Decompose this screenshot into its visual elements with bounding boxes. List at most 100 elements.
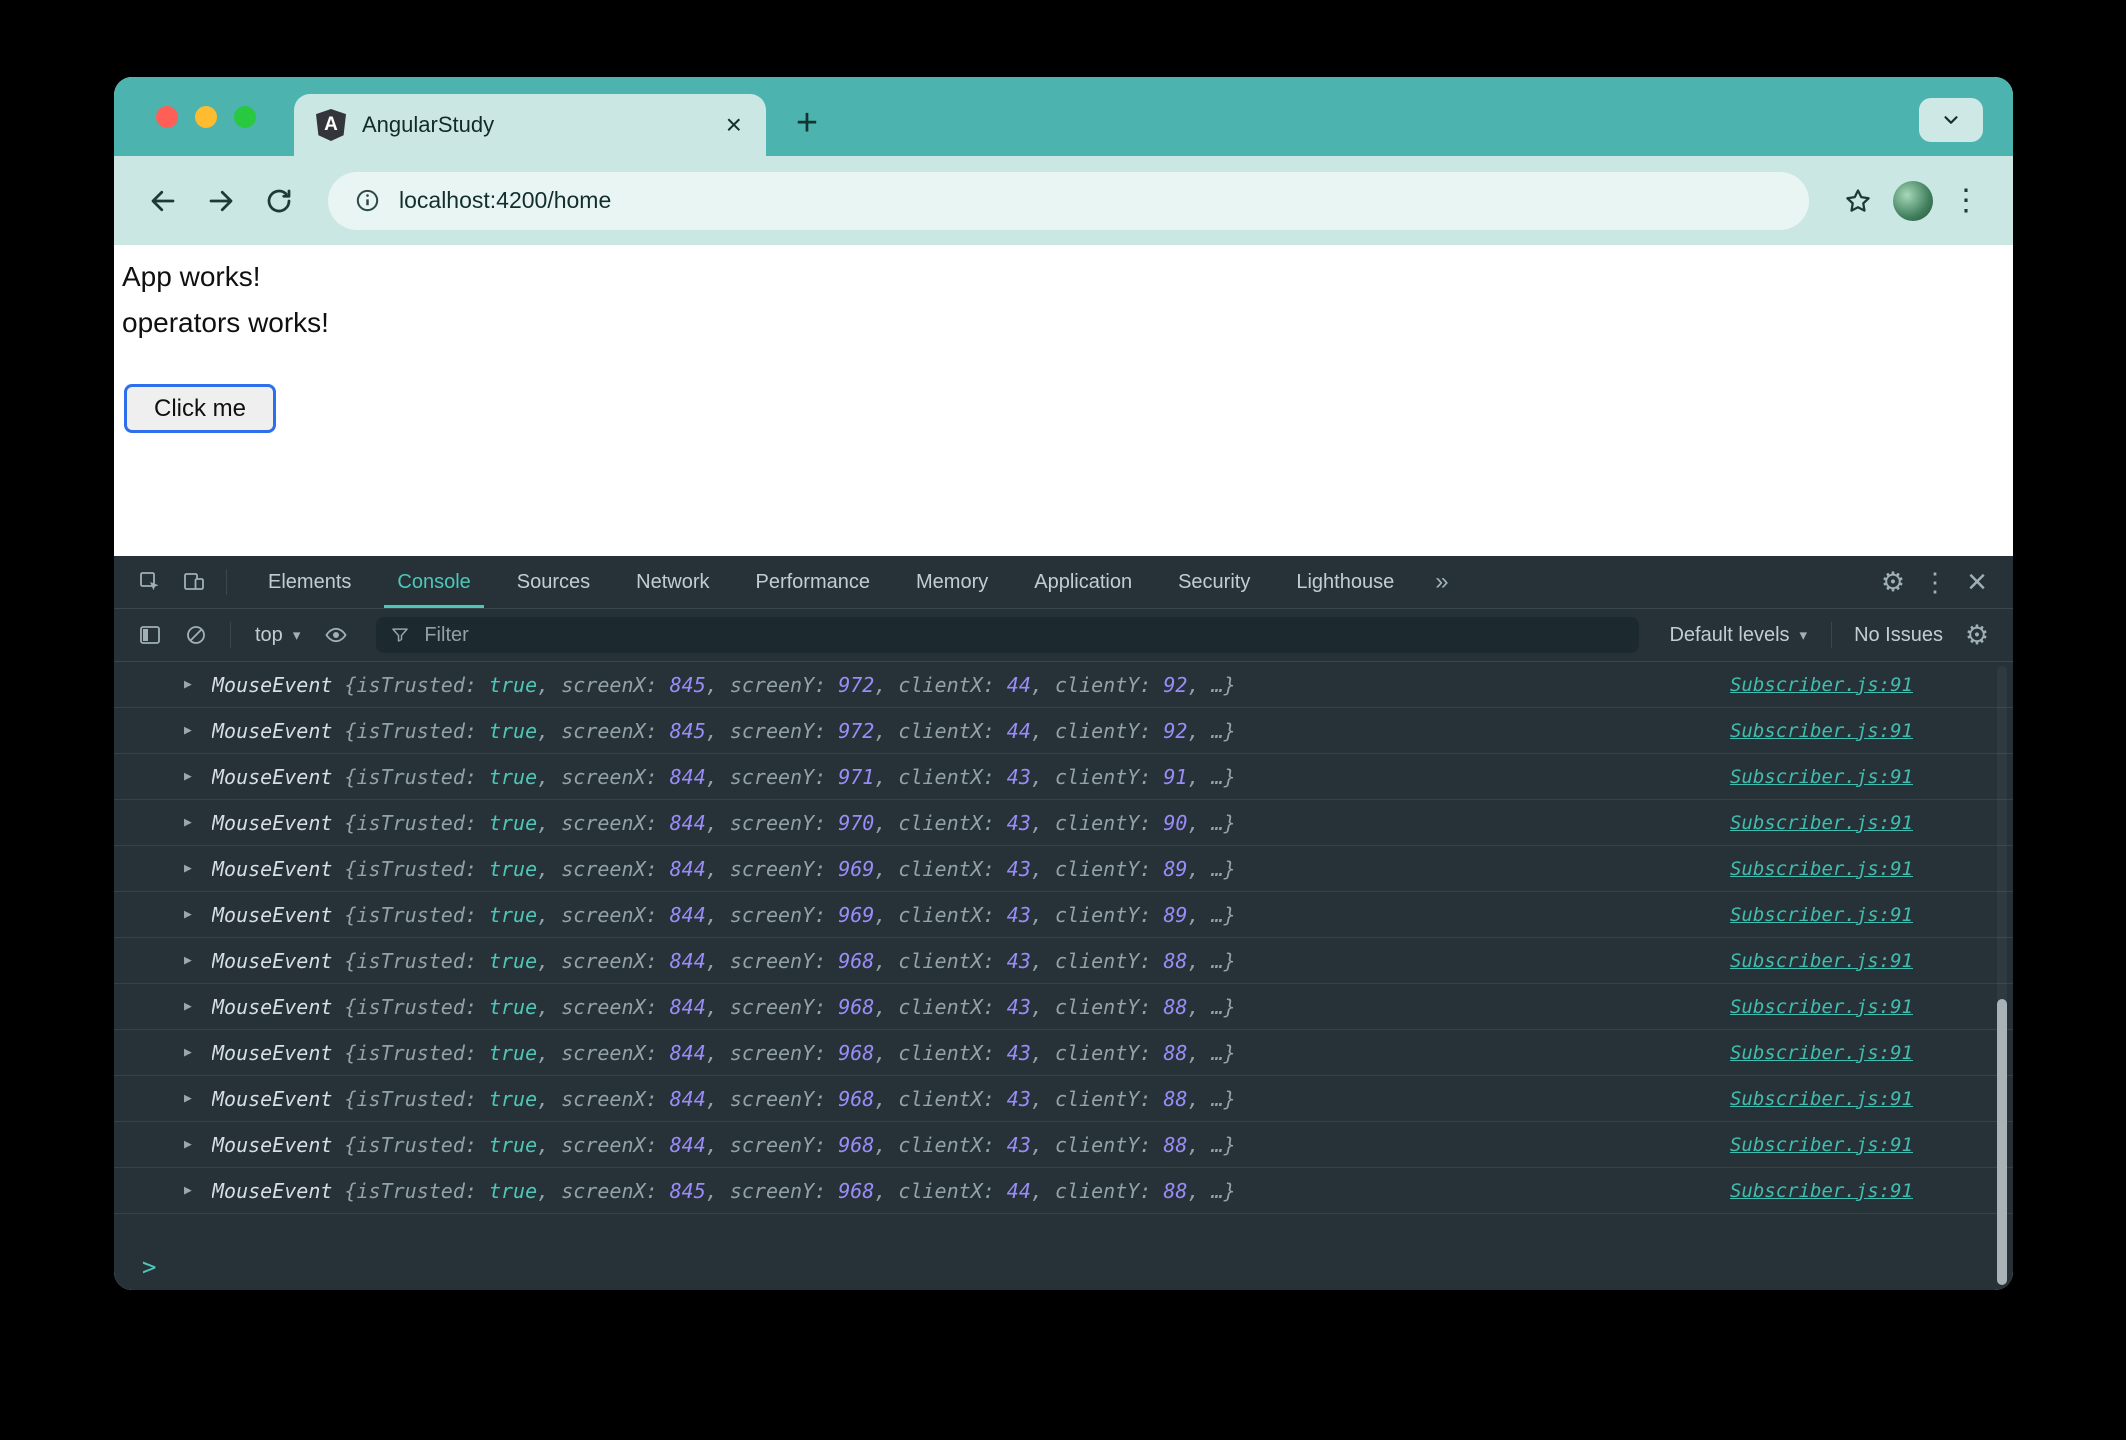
source-link[interactable]: Subscriber.js:91 [1730,1088,1913,1110]
devtools-tabs: Elements Console Sources Network Performance… [245,556,1417,608]
expand-triangle-icon[interactable]: ▶ [184,769,202,784]
console-log-row[interactable]: ▶ MouseEvent {isTrusted: true, screenX: … [114,1076,2013,1122]
source-link[interactable]: Subscriber.js:91 [1730,720,1913,742]
tab-application[interactable]: Application [1011,556,1155,608]
filter-input[interactable] [422,622,1626,648]
log-preview: MouseEvent {isTrusted: true, screenX: 84… [212,1086,1236,1111]
log-levels-dropdown[interactable]: Default levels ▾ [1659,624,1817,647]
click-me-button[interactable]: Click me [124,384,276,433]
tab-memory[interactable]: Memory [893,556,1011,608]
log-preview: MouseEvent {isTrusted: true, screenX: 84… [212,718,1236,743]
log-preview: MouseEvent {isTrusted: true, screenX: 84… [212,856,1236,881]
window-close-button[interactable] [156,106,178,128]
console-log-row[interactable]: ▶ MouseEvent {isTrusted: true, screenX: … [114,892,2013,938]
tab-lighthouse[interactable]: Lighthouse [1273,556,1417,608]
browser-tab[interactable]: A AngularStudy × [294,94,766,156]
source-link[interactable]: Subscriber.js:91 [1730,674,1913,696]
tab-search-button[interactable] [1919,98,1983,142]
expand-triangle-icon[interactable]: ▶ [184,999,202,1014]
more-tabs-button[interactable]: » [1421,568,1462,596]
expand-triangle-icon[interactable]: ▶ [184,1091,202,1106]
page-content: App works! operators works! Click me [114,245,2013,556]
device-toolbar-button[interactable] [174,562,214,602]
console-prompt[interactable]: > [114,1244,2013,1290]
url-text: localhost:4200/home [399,187,612,213]
tab-close-icon[interactable]: × [724,111,744,139]
filter-funnel-icon [392,628,409,642]
inspect-cursor-icon [140,572,159,591]
expand-triangle-icon[interactable]: ▶ [184,1183,202,1198]
source-link[interactable]: Subscriber.js:91 [1730,950,1913,972]
bookmark-star-button[interactable] [1835,178,1881,224]
expand-triangle-icon[interactable]: ▶ [184,815,202,830]
console-log-row[interactable]: ▶ MouseEvent {isTrusted: true, screenX: … [114,1030,2013,1076]
console-settings-button[interactable]: ⚙ [1957,615,1997,655]
tab-elements[interactable]: Elements [245,556,374,608]
window-minimize-button[interactable] [195,106,217,128]
source-link[interactable]: Subscriber.js:91 [1730,1134,1913,1156]
console-log-row[interactable]: ▶ MouseEvent {isTrusted: true, screenX: … [114,984,2013,1030]
live-expression-button[interactable] [316,615,356,655]
profile-avatar[interactable] [1893,180,1933,221]
console-log-row[interactable]: ▶ MouseEvent {isTrusted: true, screenX: … [114,846,2013,892]
console-toolbar: top ▾ Default levels ▾ No Issues ⚙ [114,609,2013,662]
execution-context-selector[interactable]: top ▾ [245,624,310,647]
clear-console-button[interactable] [176,615,216,655]
expand-triangle-icon[interactable]: ▶ [184,907,202,922]
traffic-lights [156,106,256,128]
source-link[interactable]: Subscriber.js:91 [1730,1042,1913,1064]
source-link[interactable]: Subscriber.js:91 [1730,904,1913,926]
levels-label: Default levels [1669,623,1790,646]
window-zoom-button[interactable] [234,106,256,128]
browser-toolbar: localhost:4200/home ⋮ [114,156,2013,245]
console-log-row[interactable]: ▶ MouseEvent {isTrusted: true, screenX: … [114,800,2013,846]
tab-network[interactable]: Network [613,556,732,608]
reload-button[interactable] [256,178,302,224]
eye-icon [325,627,347,643]
devtools-panel: Elements Console Sources Network Performance… [114,556,2013,1290]
expand-triangle-icon[interactable]: ▶ [184,1045,202,1060]
site-info-icon[interactable] [354,187,381,214]
console-log-row[interactable]: ▶ MouseEvent {isTrusted: true, screenX: … [114,1168,2013,1214]
new-tab-button[interactable]: + [782,99,832,149]
scrollbar-thumb[interactable] [1997,999,2007,1285]
browser-menu-button[interactable]: ⋮ [1945,183,1987,218]
devtools-menu-button[interactable]: ⋮ [1915,562,1955,602]
console-log-row[interactable]: ▶ MouseEvent {isTrusted: true, screenX: … [114,1122,2013,1168]
expand-triangle-icon[interactable]: ▶ [184,723,202,738]
devtools-close-button[interactable]: × [1957,562,1997,602]
desktop-background: A AngularStudy × + localhost:4200/home ⋮… [0,0,2126,1440]
expand-triangle-icon[interactable]: ▶ [184,861,202,876]
tab-sources[interactable]: Sources [494,556,613,608]
divider [226,569,227,595]
forward-button[interactable] [198,178,244,224]
console-sidebar-toggle[interactable] [130,615,170,655]
issues-counter[interactable]: No Issues [1846,624,1951,647]
back-arrow-icon [151,190,175,211]
tab-performance[interactable]: Performance [733,556,894,608]
source-link[interactable]: Subscriber.js:91 [1730,996,1913,1018]
expand-triangle-icon[interactable]: ▶ [184,1137,202,1152]
expand-triangle-icon[interactable]: ▶ [184,677,202,692]
tab-security[interactable]: Security [1155,556,1273,608]
console-log-row[interactable]: ▶ MouseEvent {isTrusted: true, screenX: … [114,938,2013,984]
console-filter-box[interactable] [376,617,1640,653]
source-link[interactable]: Subscriber.js:91 [1730,812,1913,834]
chevron-down-icon: ▾ [292,627,301,644]
clear-console-icon [187,626,205,644]
console-log-row[interactable]: ▶ MouseEvent {isTrusted: true, screenX: … [114,662,2013,708]
log-preview: MouseEvent {isTrusted: true, screenX: 84… [212,810,1236,835]
console-log-row[interactable]: ▶ MouseEvent {isTrusted: true, screenX: … [114,754,2013,800]
devtools-tab-bar: Elements Console Sources Network Performance… [114,556,2013,609]
forward-arrow-icon [209,190,233,211]
back-button[interactable] [140,178,186,224]
console-log-row[interactable]: ▶ MouseEvent {isTrusted: true, screenX: … [114,708,2013,754]
tab-console[interactable]: Console [374,556,493,608]
source-link[interactable]: Subscriber.js:91 [1730,1180,1913,1202]
inspect-element-button[interactable] [130,562,170,602]
expand-triangle-icon[interactable]: ▶ [184,953,202,968]
source-link[interactable]: Subscriber.js:91 [1730,766,1913,788]
devtools-settings-button[interactable]: ⚙ [1873,562,1913,602]
source-link[interactable]: Subscriber.js:91 [1730,858,1913,880]
address-bar[interactable]: localhost:4200/home [328,171,1809,230]
